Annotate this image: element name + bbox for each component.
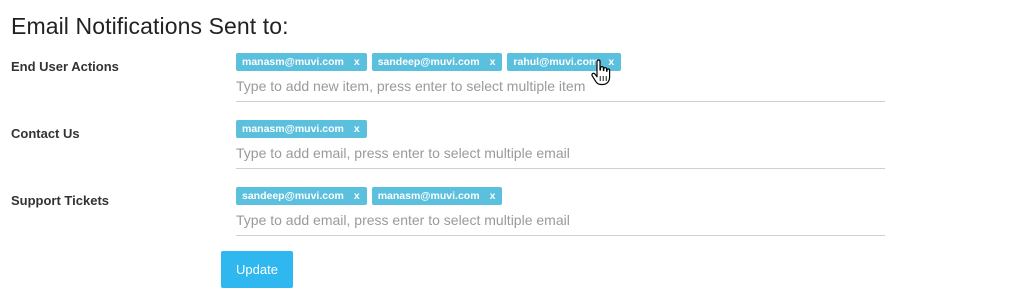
- email-tag: manasm@muvi.com x: [236, 53, 367, 71]
- remove-tag-button[interactable]: x: [354, 123, 360, 135]
- end-user-actions-tags: manasm@muvi.com x sandeep@muvi.com x rah…: [236, 53, 622, 71]
- support-tickets-tags: sandeep@muvi.com x manasm@muvi.com x: [236, 187, 503, 205]
- row-label-support-tickets: Support Tickets: [11, 193, 110, 208]
- row-label-end-user-actions: End User Actions: [11, 59, 119, 74]
- contact-us-tags: manasm@muvi.com x: [236, 120, 367, 138]
- row-label-contact-us: Contact Us: [11, 126, 80, 141]
- page-title: Email Notifications Sent to:: [11, 13, 289, 39]
- end-user-actions-field: manasm@muvi.com x sandeep@muvi.com x rah…: [236, 53, 885, 102]
- email-tag-text: manasm@muvi.com: [242, 56, 344, 68]
- email-tag: manasm@muvi.com x: [236, 120, 367, 138]
- hand-pointer-icon: [591, 59, 611, 86]
- email-tag-text: manasm@muvi.com: [242, 123, 344, 135]
- remove-tag-button[interactable]: x: [490, 190, 496, 202]
- remove-tag-button[interactable]: x: [490, 56, 496, 68]
- email-tag: sandeep@muvi.com x: [236, 187, 367, 205]
- support-tickets-input[interactable]: [236, 210, 876, 230]
- remove-tag-button[interactable]: x: [354, 190, 360, 202]
- contact-us-field: manasm@muvi.com x: [236, 120, 885, 169]
- update-button[interactable]: Update: [221, 251, 293, 288]
- email-tag-text: rahul@muvi.com: [513, 56, 599, 68]
- email-tag: sandeep@muvi.com x: [371, 53, 503, 71]
- support-tickets-field: sandeep@muvi.com x manasm@muvi.com x: [236, 187, 885, 236]
- end-user-actions-input[interactable]: [236, 76, 876, 96]
- email-tag-text: sandeep@muvi.com: [377, 56, 480, 68]
- email-tag-text: sandeep@muvi.com: [242, 190, 344, 202]
- remove-tag-button[interactable]: x: [354, 56, 360, 68]
- email-tag-text: manasm@muvi.com: [377, 190, 480, 202]
- contact-us-input[interactable]: [236, 143, 876, 163]
- email-tag: manasm@muvi.com x: [371, 187, 503, 205]
